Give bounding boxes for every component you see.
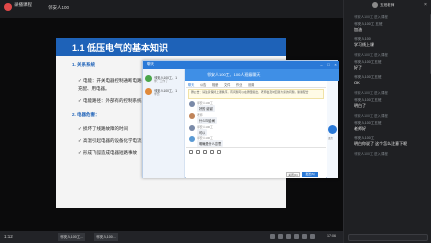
send-button[interactable]: 发送(S)	[302, 172, 318, 177]
contact-preview: 你：工作了	[154, 79, 168, 83]
chat-message-text: 好了	[354, 65, 362, 70]
chat-message-text: 明白你说了 这个怎么注意下呢	[354, 141, 408, 146]
group-notice[interactable]: 群公告：请注意保持上课秩序，有问题可以在群里提出，老师会及时回答大家的问题，谢谢…	[188, 89, 324, 99]
join-notice: 邻安人100工 进入课程	[354, 114, 388, 118]
chat-window-title: 聊天	[147, 62, 154, 66]
task-item[interactable]: 邻安人100...	[94, 233, 118, 241]
chat-input[interactable]	[348, 234, 428, 241]
group-notice-text: 群公告：请注意保持上课秩序，有问题可以在群里提出，老师会及时回答大家的问题，谢谢…	[191, 90, 309, 94]
slide-line: ✓ 形成飞弧造成电器短路事故	[78, 150, 138, 155]
channel-title: 邻安人100	[48, 5, 70, 10]
image-icon[interactable]	[210, 150, 214, 154]
close-button[interactable]: 关闭(C)	[286, 172, 300, 177]
chat-message-text: 明白了	[354, 103, 366, 108]
slide-line: ✓ 高温引起电器的设备化学电流	[78, 138, 142, 143]
slide-line: ✓ 电能：开关电器控制通断电路的	[78, 78, 147, 83]
chat-message-text: 老师好	[354, 126, 366, 131]
avatar	[145, 75, 152, 82]
maximize-icon[interactable]: □	[326, 62, 331, 67]
slide-line: 1. 关系系统	[72, 62, 96, 67]
live-chat-header: 五班老师 ×	[344, 0, 431, 10]
message-bubble: 明确是什么意思	[197, 140, 224, 147]
message-bubble: 可以	[197, 129, 208, 136]
player-controls: 1:12 邻安人100工... 邻安人100... 17:06	[0, 231, 343, 243]
avatar	[189, 125, 195, 131]
tab-album[interactable]: 相册	[212, 82, 218, 87]
avatar	[372, 2, 378, 8]
voice-label: 语音	[328, 137, 333, 140]
elapsed-time: 1:12	[4, 234, 13, 239]
tab-chat[interactable]: 聊天	[188, 82, 194, 87]
slide-header: 1.1 低压电气的基本知识	[56, 38, 286, 56]
tab-files[interactable]: 文件	[224, 82, 230, 87]
avatar	[189, 113, 195, 119]
folder-icon[interactable]	[203, 150, 207, 154]
microphone-icon[interactable]	[328, 125, 337, 134]
record-icon	[4, 3, 12, 11]
clock: 17:06	[327, 234, 336, 238]
tab-notice[interactable]: 公告	[200, 82, 206, 87]
contact-preview: 学员	[154, 92, 160, 96]
chat-tabs: 聊天 公告 相册 文件 作业 设置	[186, 81, 326, 88]
chat-window-titlebar[interactable]: 聊天 – □ ×	[143, 61, 339, 69]
video-header: 录播课程 邻安人100	[0, 0, 343, 18]
settings-icon[interactable]	[302, 234, 307, 239]
tab-homework[interactable]: 作业	[236, 82, 242, 87]
chat-message-text: 学习线上课	[354, 42, 374, 47]
chat-message-text: OK	[354, 80, 360, 85]
task-item[interactable]: 邻安人100工...	[58, 233, 86, 241]
notification-icon[interactable]	[294, 234, 299, 239]
avatar	[145, 88, 152, 95]
join-notice: 邻安人100工 进入课程	[354, 53, 388, 57]
message-bubble: 什么叫合闸	[197, 117, 217, 124]
chat-side-panel: 语音	[327, 81, 338, 178]
live-chat-panel: 五班老师 × 邻安人100工 进入课程 邻安人100工 五班 加油 邻安人100 学习线…	[343, 0, 431, 243]
slide-title: 1.1 低压电气的基本知识	[72, 43, 169, 53]
avatar	[189, 136, 195, 142]
input-method-icon[interactable]	[286, 234, 291, 239]
chat-header-title: 邻安人100工、100人班级聊天	[207, 72, 261, 77]
chat-window[interactable]: 聊天 – □ × 邻安人100工、100人班级聊天 邻安人100工、1 你：工作…	[142, 60, 339, 178]
join-notice: 邻安人100工 进入课程	[354, 152, 388, 156]
close-icon[interactable]: ×	[424, 2, 427, 8]
network-icon[interactable]	[270, 234, 275, 239]
emoji-icon[interactable]	[189, 150, 193, 154]
contact-list: 邻安人100工、1 你：工作了 邻安人100工、1 学员	[143, 69, 185, 178]
slide-line: 2. 电器危害：	[72, 112, 100, 117]
message-bubble: 好的 谢谢	[197, 105, 215, 112]
tab-settings[interactable]: 设置	[248, 82, 254, 87]
close-icon[interactable]: ×	[333, 62, 338, 67]
chat-message-text: 加油	[354, 27, 362, 32]
live-chat-feed[interactable]: 邻安人100工 进入课程 邻安人100工 五班 加油 邻安人100 学习线上课 邻安人10…	[344, 14, 431, 236]
slide-line: 充配、用电器。	[78, 86, 110, 91]
avatar	[189, 101, 195, 107]
join-notice: 邻安人100工 进入课程	[354, 15, 388, 19]
scissors-icon[interactable]	[196, 150, 200, 154]
slide-line: ✓ 损坏了线路故障的时间	[78, 126, 129, 131]
current-user: 五班老师	[380, 3, 395, 7]
volume-icon[interactable]	[278, 234, 283, 239]
join-notice: 邻安人100工 进入课程	[354, 91, 388, 95]
minimize-icon[interactable]: –	[319, 62, 324, 67]
contact-item[interactable]: 邻安人100工、1 你：工作了	[145, 74, 183, 84]
fullscreen-icon[interactable]	[310, 234, 315, 239]
more-icon[interactable]	[217, 150, 221, 154]
contact-item[interactable]: 邻安人100工、1 学员	[145, 87, 183, 97]
message-composer[interactable]: 关闭(C) 发送(S)	[186, 147, 326, 178]
slide-line: ✓ 电能路径：外部有的控制系统，	[78, 98, 147, 103]
record-badge: 录播课程	[14, 2, 32, 7]
